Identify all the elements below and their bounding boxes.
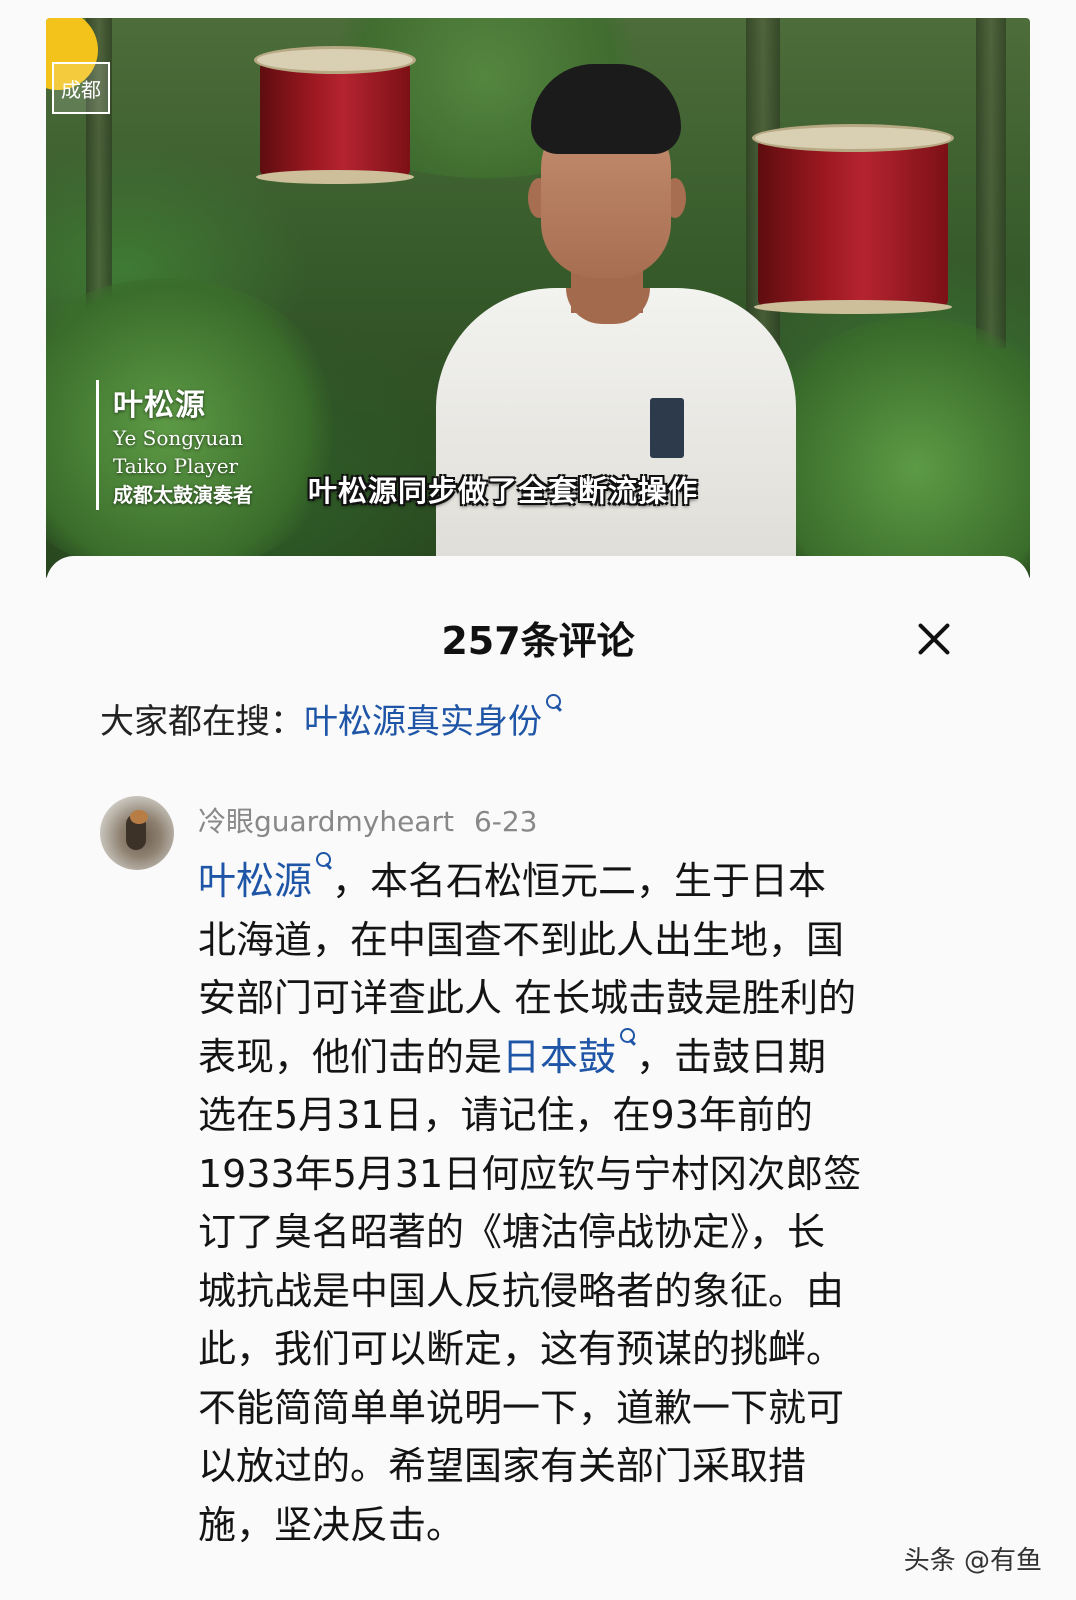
search-icon	[314, 850, 332, 872]
hot-search-prefix: 大家都在搜：	[100, 702, 304, 742]
comment-author[interactable]: 冷眼guardmyheart	[198, 805, 454, 838]
hot-search-link[interactable]: 叶松源真实身份	[304, 702, 542, 742]
caption-en-role: Taiko Player	[113, 454, 239, 478]
comment-text: 表现，他们击的是	[198, 1034, 503, 1079]
comments-count-title: 257条评论	[441, 619, 635, 663]
comment-line: 表现，他们击的是日本鼓 ，击鼓日期	[198, 1026, 958, 1087]
caption-cn-role: 成都太鼓演奏者	[113, 483, 253, 507]
comment-date: 6-23	[473, 805, 538, 838]
tree-trunk	[976, 18, 1006, 348]
watermark: 头条 @有鱼	[903, 1546, 1042, 1576]
comment-line: 1933年5月31日何应钦与宁村冈次郎签	[198, 1151, 862, 1196]
comment-line: 城抗战是中国人反抗侵略者的象征。由	[198, 1268, 845, 1313]
caption-en-name: Ye Songyuan	[113, 426, 244, 450]
comment-line: 不能简简单单说明一下，道歉一下就可	[198, 1385, 845, 1430]
close-icon[interactable]	[916, 620, 952, 656]
name-caption: 叶松源 Ye Songyuan Taiko Player 成都太鼓演奏者	[96, 380, 253, 510]
comment-line: 选在5月31日，请记住，在93年前的	[198, 1093, 813, 1137]
comment-meta: 冷眼guardmyheart 6-23	[198, 800, 538, 840]
comment-line: 北海道，在中国查不到此人出生地，国	[198, 917, 845, 962]
search-icon	[618, 1026, 636, 1048]
comment-text: ，本名石松恒元二，生于日本	[332, 859, 827, 903]
comment-line: 施，坚决反击。	[198, 1502, 465, 1547]
taiko-drum-left	[254, 46, 416, 184]
comment-line: 以放过的。希望国家有关部门采取措	[198, 1444, 807, 1488]
comment-line: 订了臭名昭著的《塘沽停战协定》，长	[198, 1210, 826, 1254]
avatar[interactable]	[100, 796, 174, 870]
comments-panel: 257条评论 大家都在搜：叶松源真实身份 冷眼guardmyheart 6-23 …	[46, 556, 1030, 1600]
comment-text: ，击鼓日期	[636, 1034, 827, 1079]
comment-line: 叶松源 ，本名石松恒元二，生于日本	[198, 852, 958, 911]
video-subtitle: 叶松源同步做了全套断流操作	[308, 474, 699, 508]
comment-link-japanese-drum[interactable]: 日本鼓	[502, 1035, 616, 1079]
comment-body: 叶松源 ，本名石松恒元二，生于日本 北海道，在中国查不到此人出生地，国 安部门可详…	[198, 852, 958, 1554]
comment-line: 安部门可详查此人 在长城击鼓是胜利的	[198, 976, 857, 1020]
search-icon	[544, 692, 562, 714]
comment-line: 此，我们可以断定，这有预谋的挑衅。	[198, 1327, 845, 1371]
caption-name: 叶松源	[113, 388, 206, 423]
hot-search: 大家都在搜：叶松源真实身份	[100, 694, 562, 743]
comment-link-ye-songyuan[interactable]: 叶松源	[198, 859, 312, 903]
channel-logo: 成都	[52, 62, 110, 114]
video-frame[interactable]: 成都 叶松源 Ye Songyuan Taiko Player 成都太鼓演奏者 …	[46, 18, 1030, 580]
